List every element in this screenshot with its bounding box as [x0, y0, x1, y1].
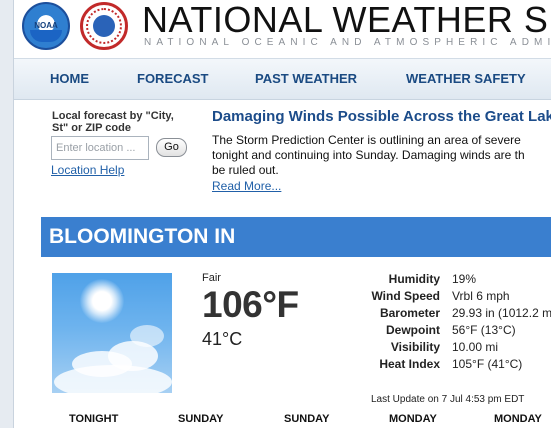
location-name: BLOOMINGTON IN [49, 225, 236, 248]
location-search-input[interactable] [51, 136, 149, 160]
read-more-link[interactable]: Read More... [212, 179, 281, 193]
news-line: The Storm Prediction Center is outlining… [212, 133, 521, 147]
detail-label: Dewpoint [386, 323, 440, 337]
detail-label: Visibility [390, 340, 440, 354]
nav-forecast[interactable]: FORECAST [137, 71, 209, 86]
nav-weather-safety[interactable]: WEATHER SAFETY [406, 71, 526, 86]
nav-past-weather[interactable]: PAST WEATHER [255, 71, 357, 86]
cloud-icon [130, 325, 164, 347]
site-title: NATIONAL WEATHER SERVICE [142, 0, 551, 40]
sun-icon [80, 279, 124, 323]
news-line: tonight and continuing into Sunday. Dama… [212, 148, 525, 162]
detail-label: Wind Speed [371, 289, 440, 303]
detail-value: 19% [452, 272, 477, 286]
current-condition: Fair [202, 272, 221, 284]
go-button[interactable]: Go [156, 138, 187, 157]
forecast-day-label[interactable]: SUNDAY [284, 413, 329, 425]
forecast-day-label[interactable]: TONIGHT [69, 413, 118, 425]
last-update: Last Update on 7 Jul 4:53 pm EDT [371, 394, 525, 405]
detail-label: Barometer [379, 306, 440, 320]
page: NOAA NATIONAL WEATHER SERVICE NATIONAL O… [13, 0, 551, 428]
local-forecast-label: Local forecast by "City, St" or ZIP code [52, 110, 174, 134]
fair-sky-icon [52, 273, 172, 393]
site-header: NOAA NATIONAL WEATHER SERVICE NATIONAL O… [14, 0, 551, 58]
detail-value: Vrbl 6 mph [452, 289, 510, 303]
forecast-day-label[interactable]: MONDAY [494, 413, 542, 425]
temperature-c: 41°C [202, 329, 243, 349]
location-bar: BLOOMINGTON IN [41, 217, 551, 257]
detail-value: 56°F (13°C) [452, 323, 516, 337]
news-body: The Storm Prediction Center is outlining… [212, 133, 551, 178]
nav-home[interactable]: HOME [50, 71, 89, 86]
news-headline[interactable]: Damaging Winds Possible Across the Great… [212, 108, 551, 125]
site-subtitle: NATIONAL OCEANIC AND ATMOSPHERIC ADMINIS… [144, 37, 551, 48]
detail-value: 105°F (41°C) [452, 357, 523, 371]
temperature-f: 106°F [202, 284, 299, 325]
cloud-icon [54, 365, 172, 393]
forecast-day-label[interactable]: MONDAY [389, 413, 437, 425]
detail-value: 29.93 in (1012.2 mb) [452, 306, 551, 320]
detail-label: Heat Index [379, 357, 440, 371]
detail-value: 10.00 mi [452, 340, 499, 354]
forecast-day-label[interactable]: SUNDAY [178, 413, 223, 425]
noaa-logo[interactable]: NOAA [22, 2, 70, 50]
main-nav: HOME FORECAST PAST WEATHER WEATHER SAFET… [14, 58, 551, 100]
nws-logo[interactable] [80, 2, 128, 50]
detail-label: Humidity [388, 272, 440, 286]
news-line: be ruled out. [212, 163, 279, 177]
noaa-logo-text: NOAA [34, 21, 58, 30]
location-help-link[interactable]: Location Help [51, 163, 124, 177]
